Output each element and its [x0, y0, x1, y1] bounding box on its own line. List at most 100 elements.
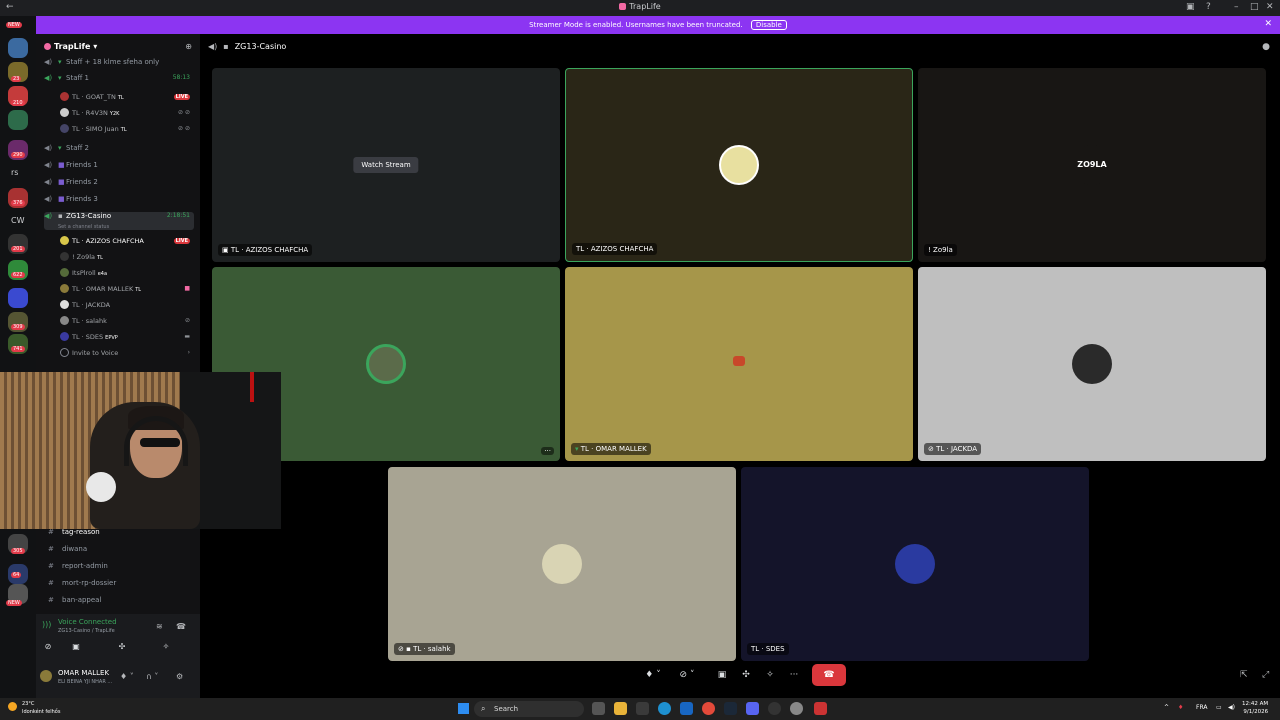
stream-tile[interactable]: Watch Stream ▣ TL · AZIZOS CHAFCHA: [212, 68, 560, 262]
task-view-icon[interactable]: [592, 702, 605, 715]
windows-start-icon[interactable]: [458, 703, 469, 714]
close-window-icon[interactable]: ✕: [1266, 2, 1274, 12]
fullscreen-icon[interactable]: ⤢: [1262, 670, 1269, 680]
participant-tile[interactable]: ⊘ ▪ TL · salahk: [388, 467, 736, 661]
activities-button[interactable]: ✣: [106, 642, 138, 656]
soundboard-button[interactable]: ✧: [150, 642, 182, 656]
voice-user[interactable]: TL · R4V3N Y2K ⊘ ⊘: [60, 108, 194, 122]
voice-channel-friends-3[interactable]: ◀) ■Friends 3: [44, 195, 194, 209]
app-icon[interactable]: [814, 702, 827, 715]
discord-icon[interactable]: [746, 702, 759, 715]
participant-tile[interactable]: TL · SDES: [741, 467, 1089, 661]
voice-user[interactable]: TL · OMAR MALLEK TL ■: [60, 284, 194, 298]
disconnect-button[interactable]: ☎: [812, 664, 846, 686]
weather-widget[interactable]: 23°C Idonként felhős: [8, 700, 60, 716]
taskbar-search[interactable]: ⌕ Search: [474, 701, 584, 717]
voice-state[interactable]: Voice Connected: [58, 618, 117, 626]
watch-stream-button[interactable]: Watch Stream: [353, 157, 419, 173]
server-letters[interactable]: rs: [11, 168, 18, 177]
voice-user[interactable]: TL · SIMO Juan TL ⊘ ⊘: [60, 124, 194, 138]
server-badge: 210: [11, 100, 25, 106]
server-icon[interactable]: [8, 110, 28, 130]
settings-gear-icon[interactable]: ⚙: [176, 672, 183, 681]
activities-button[interactable]: ✣: [736, 664, 756, 686]
voice-user[interactable]: ! Zo9la TL: [60, 252, 194, 266]
disconnect-icon[interactable]: ☎: [176, 622, 186, 631]
live-badge: LIVE: [173, 94, 190, 100]
chat-bubble-icon[interactable]: ●: [1262, 42, 1270, 52]
participant-name: TL · AZIZOS CHAFCHA: [572, 243, 658, 255]
noise-suppression-icon[interactable]: ≋: [156, 622, 163, 631]
voice-user[interactable]: TL · GOAT_TN TL LIVE: [60, 92, 194, 106]
text-channel[interactable]: # diwana: [48, 545, 194, 559]
share-screen-button[interactable]: ▣: [712, 664, 732, 686]
voice-channel-staff-18[interactable]: ◀) ▾ Staff + 18 klme sfeha only: [44, 58, 194, 72]
more-options-icon[interactable]: ···: [541, 447, 554, 455]
more-button[interactable]: ···: [784, 664, 804, 686]
disable-streamer-mode-button[interactable]: Disable: [750, 20, 787, 30]
text-channel[interactable]: # report-admin: [48, 562, 194, 576]
steam-icon[interactable]: [724, 702, 737, 715]
voice-channel-staff-2[interactable]: ◀) ▾ Staff 2: [44, 144, 194, 158]
participant-tile[interactable]: TL · AZIZOS CHAFCHA: [565, 68, 913, 262]
speaker-icon: ◀): [44, 212, 53, 220]
server-icon[interactable]: [8, 38, 28, 58]
server-letters[interactable]: CW: [11, 216, 25, 225]
voice-user[interactable]: TL · JACKDA: [60, 300, 194, 314]
avatar[interactable]: [40, 670, 52, 682]
file-explorer-icon[interactable]: [614, 702, 627, 715]
camera-button[interactable]: ⊘ ˅: [672, 664, 702, 686]
voice-location[interactable]: ZG13-Casino / TrapLife: [58, 628, 115, 634]
minimize-icon[interactable]: –: [1234, 2, 1239, 12]
call-channel-title: ZG13-Casino: [234, 42, 287, 51]
edge-icon[interactable]: [658, 702, 671, 715]
server-icon[interactable]: [8, 288, 28, 308]
banner-close-icon[interactable]: ✕: [1264, 19, 1272, 29]
maximize-icon[interactable]: □: [1250, 2, 1259, 12]
participant-tile[interactable]: ▾ TL · OMAR MALLEK: [565, 267, 913, 461]
search-label: Search: [494, 705, 519, 713]
pop-out-icon[interactable]: ⇱: [1240, 670, 1248, 680]
current-user-name: OMAR MALLEK: [58, 669, 110, 677]
channel-status-hint[interactable]: Set a channel status: [58, 224, 109, 230]
channel-timer: 58:13: [172, 74, 190, 81]
voice-channel-friends-2[interactable]: ◀) ■Friends 2: [44, 178, 194, 192]
inbox-icon[interactable]: ▣: [1186, 2, 1195, 12]
language-indicator[interactable]: FRA: [1196, 704, 1207, 711]
network-icon[interactable]: ▭: [1216, 704, 1222, 711]
voice-channel-friends-1[interactable]: ◀) ■Friends 1: [44, 161, 194, 175]
voice-user[interactable]: TL · SDES EPVP ▬: [60, 332, 194, 346]
clock[interactable]: 12:42 AM 9/1/2026: [1242, 700, 1268, 716]
chrome-icon[interactable]: [702, 702, 715, 715]
mic-tray-icon[interactable]: ♦: [1178, 704, 1183, 711]
mic-button[interactable]: ♦ ˅: [638, 664, 668, 686]
back-icon[interactable]: ←: [6, 2, 14, 12]
add-member-icon[interactable]: ⊕: [185, 42, 192, 51]
share-screen-button[interactable]: ▣: [60, 642, 92, 656]
app-icon[interactable]: [790, 702, 803, 715]
voice-user[interactable]: ItsPlroll e4a: [60, 268, 194, 282]
invite-to-voice-button[interactable]: Invite to Voice ›: [60, 348, 194, 362]
voice-channel-staff-1[interactable]: ◀) ▾ Staff 1 58:13: [44, 74, 194, 88]
participant-tile[interactable]: ZO9LA ! Zo9la: [918, 68, 1266, 262]
headphones-icon[interactable]: ∩ ˅: [146, 672, 158, 681]
participant-tile[interactable]: ⊘ TL · JACKDA: [918, 267, 1266, 461]
mic-icon[interactable]: ♦ ˅: [120, 672, 134, 681]
voice-user[interactable]: TL · AZIZOS CHAFCHA LIVE: [60, 236, 194, 250]
voice-user[interactable]: TL · salahk ⊘: [60, 316, 194, 330]
store-icon[interactable]: [636, 702, 649, 715]
text-channel[interactable]: # ban-appeal: [48, 596, 194, 610]
text-channel[interactable]: # mort-rp-dossier: [48, 579, 194, 593]
text-channel[interactable]: # tag-reason: [48, 528, 194, 542]
participant-name: ⊘ ▪ TL · salahk: [394, 643, 455, 655]
app-icon[interactable]: [768, 702, 781, 715]
help-icon[interactable]: ?: [1206, 2, 1211, 12]
volume-icon[interactable]: ◀): [1228, 704, 1235, 711]
muted-icon: ⊘: [184, 317, 190, 324]
tray-overflow-icon[interactable]: ^: [1164, 704, 1169, 711]
server-badge: 376: [11, 200, 25, 206]
hash-icon: #: [48, 596, 54, 604]
soundboard-button[interactable]: ✧: [760, 664, 780, 686]
mail-icon[interactable]: [680, 702, 693, 715]
server-header[interactable]: TrapLife ▾: [44, 42, 97, 51]
